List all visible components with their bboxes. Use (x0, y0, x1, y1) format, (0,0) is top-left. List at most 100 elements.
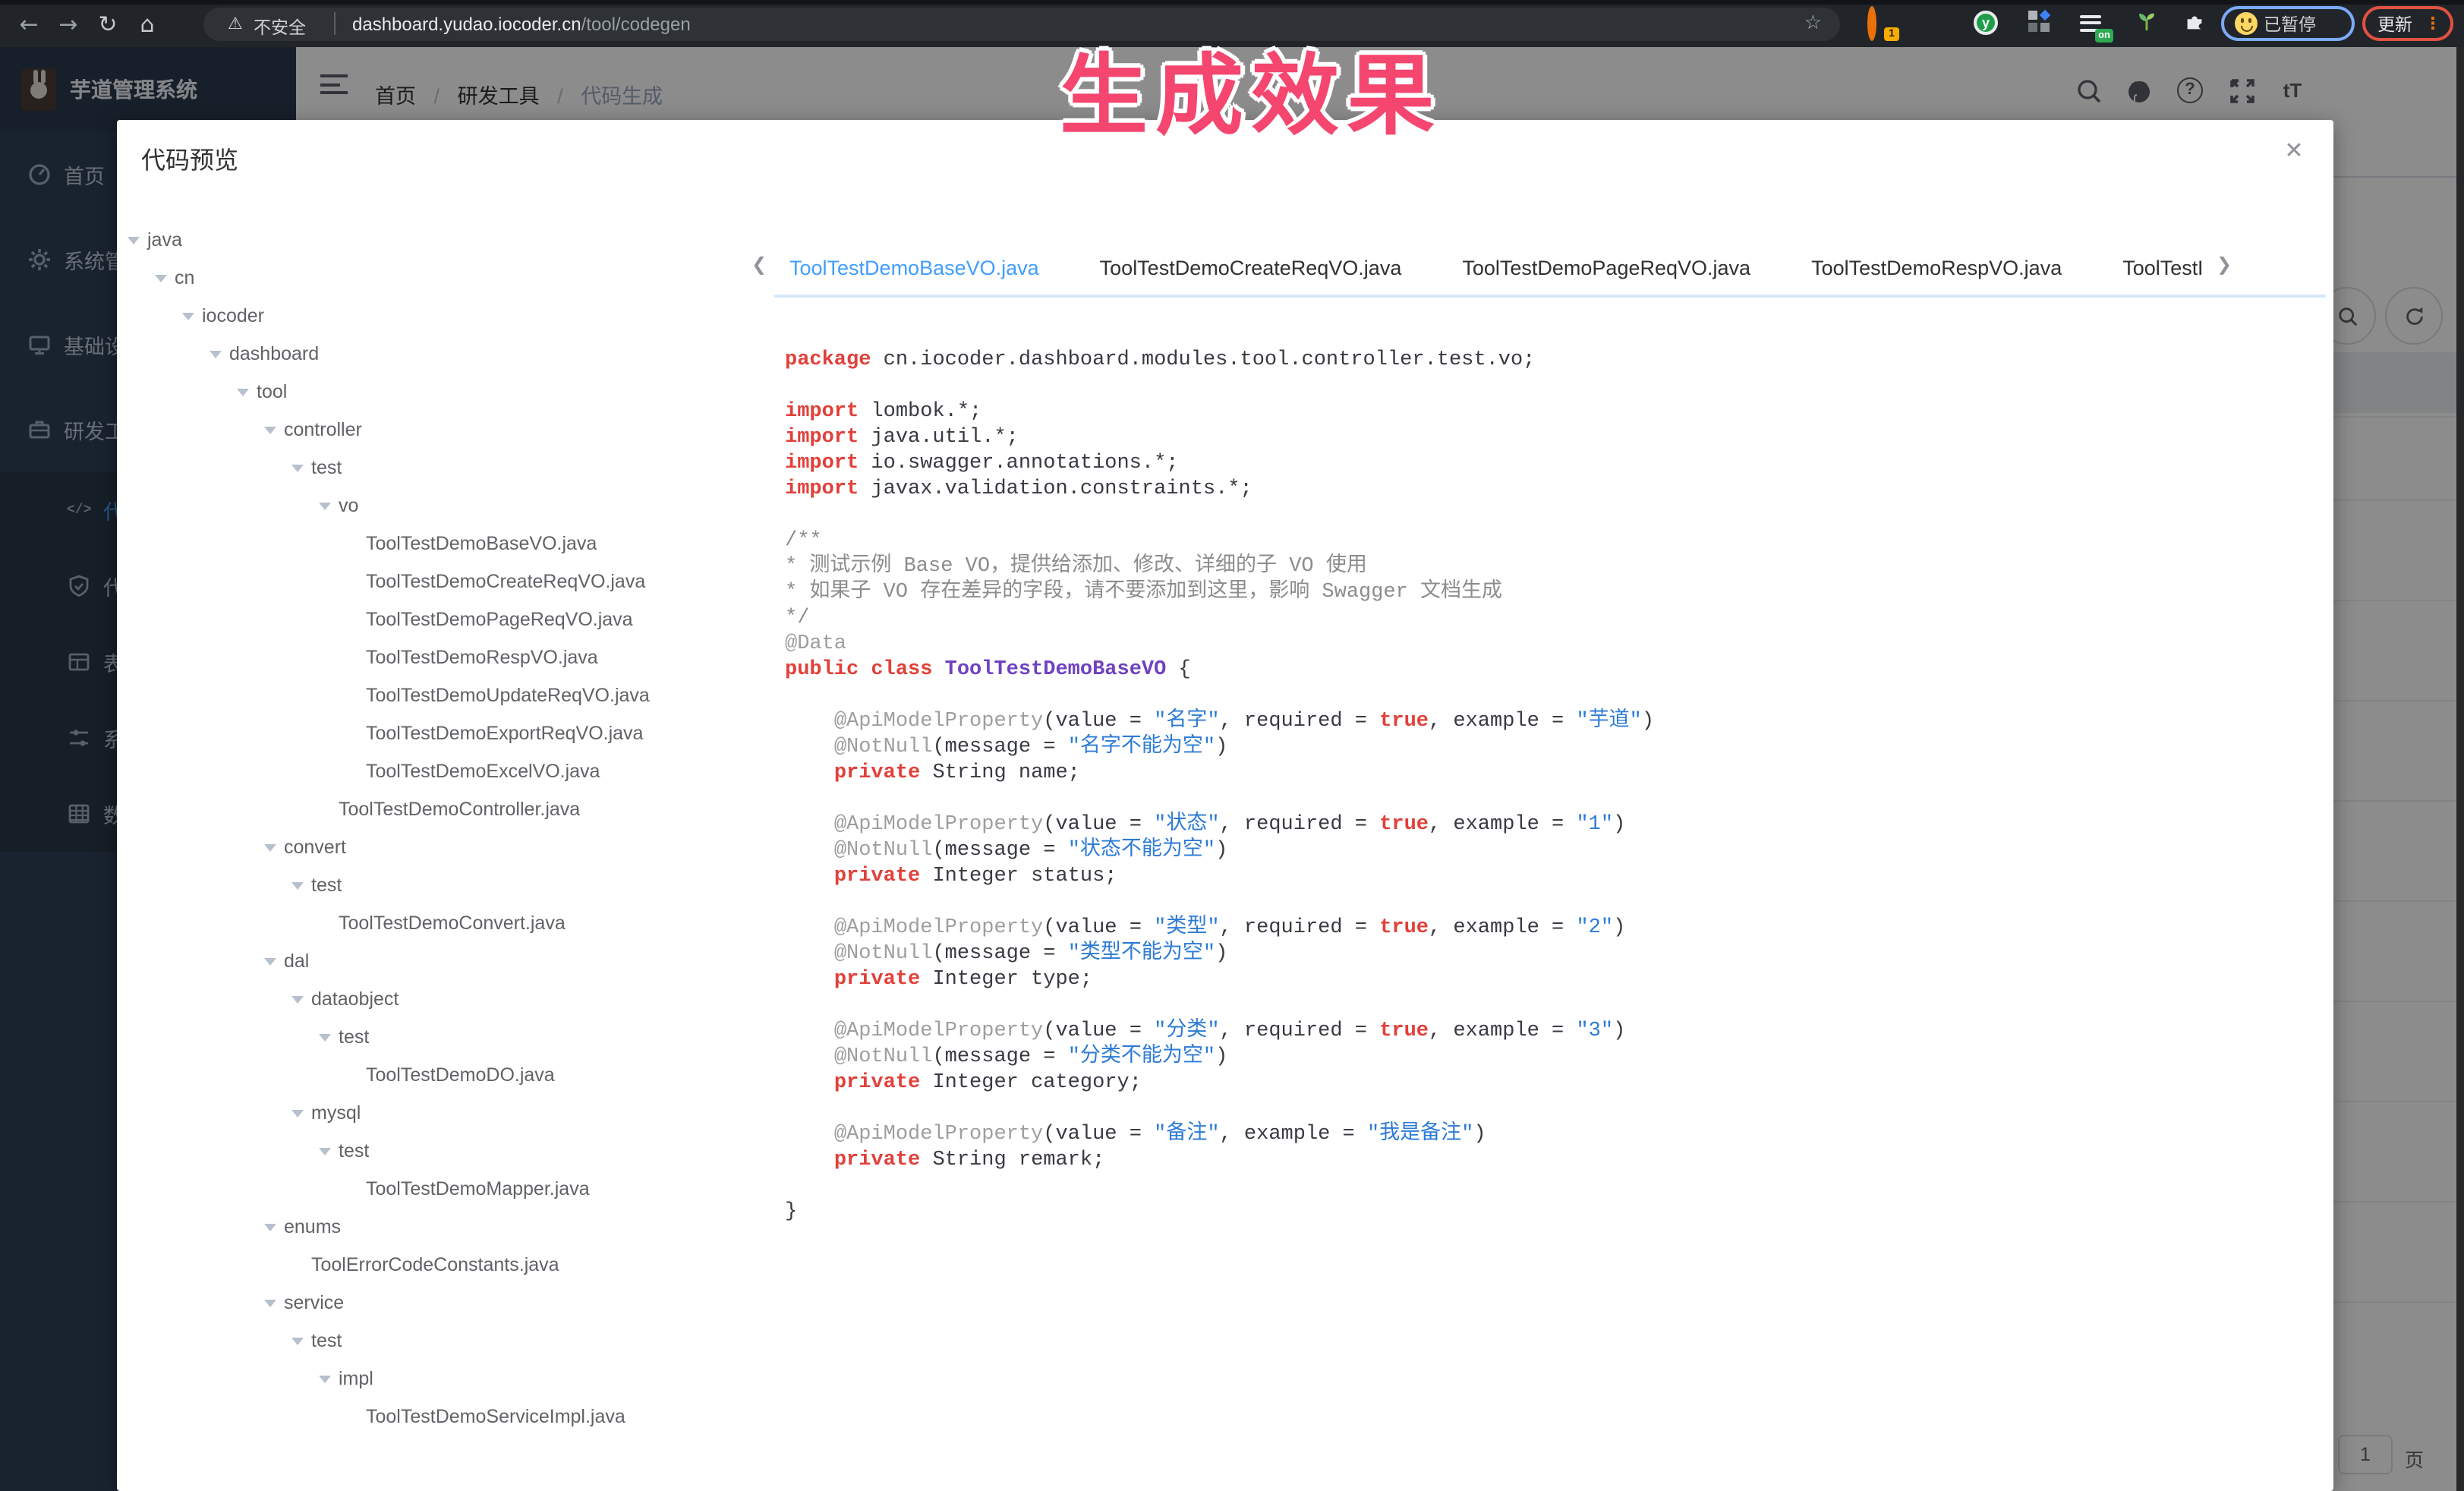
code-line: @NotNull(message = "类型不能为空") (785, 941, 2318, 967)
caret-down-icon[interactable] (229, 380, 257, 402)
reload-icon[interactable]: ↻ (94, 11, 121, 38)
tree-folder-node[interactable]: dal (120, 941, 758, 979)
code-file-tab[interactable]: ToolTestDemoCreateReqVO.java (1070, 243, 1432, 298)
code-line: @ApiModelProperty(value = "分类", required… (785, 1019, 2318, 1045)
caret-down-icon[interactable] (257, 1291, 284, 1313)
tree-file-node[interactable]: ToolTestDemoController.java (120, 790, 758, 827)
tree-file-node[interactable]: ToolTestDemoServiceImpl.java (120, 1397, 758, 1435)
tree-folder-node[interactable]: test (120, 448, 758, 486)
code-line: private String name; (785, 761, 2318, 786)
extension-green-icon[interactable]: y (1974, 11, 1998, 35)
tree-node-label: controller (284, 418, 362, 440)
code-preview-dialog: 代码预览 ✕ javacniocoderdashboardtoolcontrol… (117, 120, 2333, 1491)
code-file-tab[interactable]: ToolTestDemoBaseVO.java (774, 243, 1070, 298)
tree-file-node[interactable]: ToolTestDemoPageReqVO.java (120, 600, 758, 638)
tree-file-node[interactable]: ToolErrorCodeConstants.java (120, 1245, 758, 1283)
forward-icon[interactable]: → (55, 11, 82, 38)
caret-spacer (339, 691, 366, 698)
caret-down-icon[interactable] (284, 988, 311, 1009)
extension-grid-icon[interactable] (2028, 11, 2051, 33)
file-tabs: ToolTestDemoBaseVO.javaToolTestDemoCreat… (774, 243, 2201, 298)
caret-down-icon[interactable] (202, 342, 229, 364)
caret-down-icon[interactable] (311, 1026, 339, 1047)
tree-node-label: ToolTestDemoMapper.java (366, 1177, 590, 1199)
tree-folder-node[interactable]: impl (120, 1359, 758, 1397)
security-label[interactable]: 不安全 (254, 14, 306, 39)
extensions-puzzle-icon[interactable] (2183, 11, 2206, 33)
warning-icon: ⚠ (228, 14, 243, 33)
tree-file-node[interactable]: ToolTestDemoBaseVO.java (120, 524, 758, 562)
extension-orange-icon[interactable]: 1 (1867, 11, 1893, 36)
close-icon[interactable]: ✕ (2279, 137, 2309, 167)
tree-folder-node[interactable]: service (120, 1283, 758, 1321)
tree-folder-node[interactable]: tool (120, 372, 758, 410)
bookmark-star-icon[interactable]: ☆ (1804, 11, 1822, 34)
caret-spacer (339, 1412, 366, 1420)
address-bar[interactable]: ⚠ 不安全 dashboard.yudao.iocoder.cn/tool/co… (203, 8, 1840, 41)
tree-folder-node[interactable]: test (120, 1017, 758, 1055)
caret-spacer (311, 919, 339, 926)
tree-folder-node[interactable]: dashboard (120, 334, 758, 372)
tree-file-node[interactable]: ToolTestDemoDO.java (120, 1055, 758, 1093)
tree-folder-node[interactable]: java (120, 220, 758, 258)
tree-folder-node[interactable]: cn (120, 258, 758, 296)
tree-folder-node[interactable]: mysql (120, 1093, 758, 1131)
caret-down-icon[interactable] (120, 229, 147, 250)
extension-gem-icon[interactable] (1922, 11, 1948, 36)
tree-file-node[interactable]: ToolTestDemoUpdateReqVO.java (120, 676, 758, 714)
caret-down-icon[interactable] (147, 266, 175, 288)
tree-node-label: cn (175, 266, 194, 288)
code-file-tab[interactable]: ToolTestDemoPageReqVO.java (1432, 243, 1781, 298)
home-icon[interactable]: ⌂ (134, 11, 161, 38)
caret-down-icon[interactable] (257, 836, 284, 857)
file-tree: java cn iocoderdashboardtool controller test… (120, 220, 758, 1435)
caret-down-icon[interactable] (175, 304, 202, 326)
tree-node-label: impl (339, 1367, 373, 1389)
tabs-next-icon[interactable]: ❯ (2217, 254, 2232, 275)
tree-folder-node[interactable]: enums (120, 1207, 758, 1245)
tree-node-label: test (311, 874, 342, 895)
caret-down-icon[interactable] (311, 1140, 339, 1161)
url-text[interactable]: dashboard.yudao.iocoder.cn/tool/codegen (352, 14, 691, 35)
extension-list-icon[interactable]: on (2080, 11, 2106, 36)
code-file-tab[interactable]: ToolTestDemoRespVO.java (1781, 243, 2092, 298)
caret-down-icon[interactable] (284, 456, 311, 478)
extension-plant-icon[interactable] (2138, 11, 2156, 32)
caret-down-icon[interactable] (284, 1329, 311, 1351)
caret-down-icon[interactable] (311, 494, 339, 515)
tree-folder-node[interactable]: test (120, 1131, 758, 1169)
back-icon[interactable]: ← (15, 11, 43, 38)
tree-folder-node[interactable]: test (120, 1321, 758, 1359)
caret-down-icon[interactable] (257, 418, 284, 440)
tree-folder-node[interactable]: dataobject (120, 979, 758, 1017)
tree-node-label: ToolTestDemoExportReqVO.java (366, 722, 643, 743)
browser-profile-chip[interactable]: 已暂停 (2221, 6, 2355, 41)
caret-down-icon[interactable] (311, 1367, 339, 1389)
browser-update-button[interactable]: 更新 ⋮ (2362, 6, 2453, 41)
code-file-tab[interactable]: ToolTestDemoUpdateReqVO.java (2092, 243, 2201, 298)
caret-down-icon[interactable] (284, 874, 311, 895)
tree-file-node[interactable]: ToolTestDemoExcelVO.java (120, 752, 758, 790)
caret-down-icon[interactable] (257, 1215, 284, 1237)
tree-file-node[interactable]: ToolTestDemoRespVO.java (120, 638, 758, 676)
code-line (785, 786, 2318, 812)
tree-node-label: test (339, 1140, 369, 1161)
tree-folder-node[interactable]: vo (120, 486, 758, 524)
code-line: import io.swagger.annotations.*; (785, 451, 2318, 477)
caret-down-icon[interactable] (284, 1102, 311, 1123)
code-line (785, 683, 2318, 709)
tree-node-label: ToolTestDemoBaseVO.java (366, 532, 597, 553)
tree-folder-node[interactable]: convert (120, 827, 758, 865)
tree-file-node[interactable]: ToolTestDemoConvert.java (120, 903, 758, 941)
more-menu-icon[interactable]: ⋮ (2425, 14, 2441, 33)
tree-file-node[interactable]: ToolTestDemoCreateReqVO.java (120, 562, 758, 600)
extension-badge: 1 (1884, 27, 1899, 41)
caret-down-icon[interactable] (257, 950, 284, 971)
tree-folder-node[interactable]: iocoder (120, 296, 758, 334)
tree-folder-node[interactable]: controller (120, 410, 758, 448)
tabs-prev-icon[interactable]: ❮ (751, 254, 767, 275)
tree-file-node[interactable]: ToolTestDemoExportReqVO.java (120, 714, 758, 752)
tree-folder-node[interactable]: test (120, 865, 758, 903)
code-line (785, 890, 2318, 916)
tree-file-node[interactable]: ToolTestDemoMapper.java (120, 1169, 758, 1207)
